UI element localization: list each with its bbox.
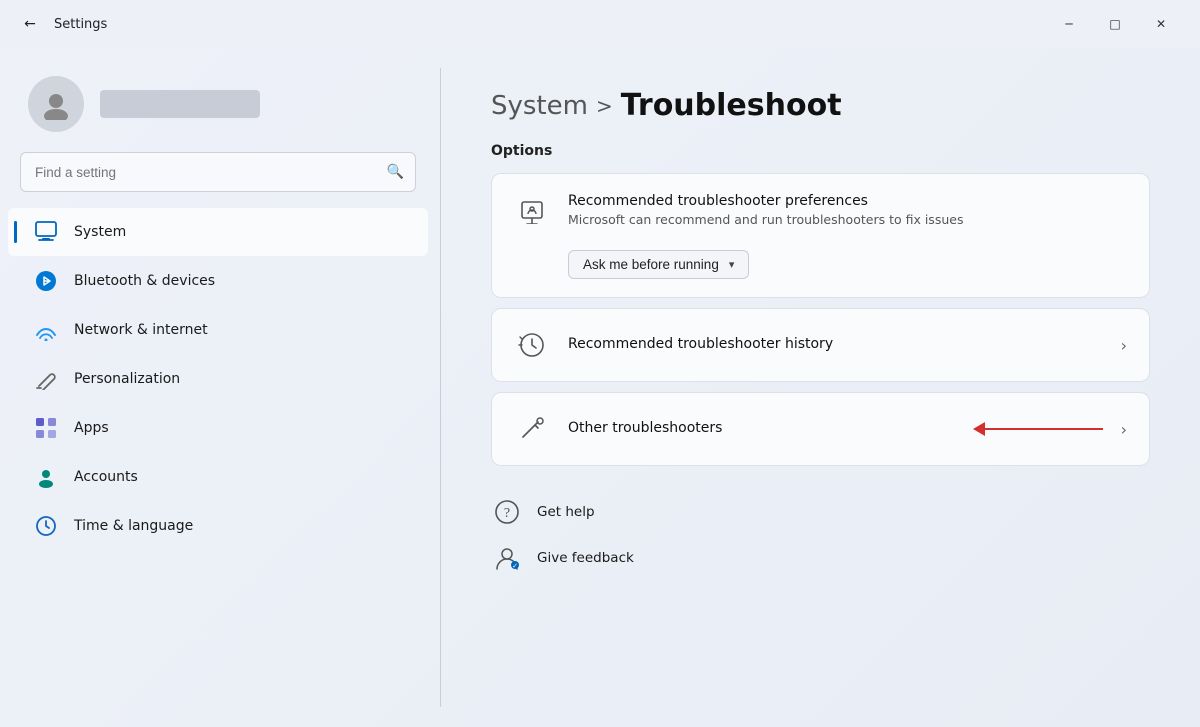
other-troubleshooters-icon (514, 411, 550, 447)
sidebar-item-time[interactable]: Time & language (8, 502, 428, 550)
card-recommended-history-text: Recommended troubleshooter history (568, 336, 1103, 355)
breadcrumb: System > Troubleshoot (491, 88, 1150, 123)
sidebar-nav: System Bluetooth & devices (0, 208, 436, 550)
network-icon (32, 316, 60, 344)
sidebar-item-apps[interactable]: Apps (8, 404, 428, 452)
sidebar-item-time-label: Time & language (74, 518, 193, 534)
card-recommended-history: Recommended troubleshooter history › (491, 308, 1150, 382)
sidebar-item-personalization[interactable]: Personalization (8, 355, 428, 403)
card-recommended-prefs-row[interactable]: Recommended troubleshooter preferences M… (492, 174, 1149, 246)
sidebar-item-apps-label: Apps (74, 420, 109, 436)
give-feedback-link[interactable]: ✓ Give feedback (491, 542, 1150, 574)
sidebar-item-system-label: System (74, 224, 126, 240)
search-box: 🔍 (20, 152, 416, 192)
card-other-troubleshooters-title: Other troubleshooters (568, 420, 943, 436)
search-input[interactable] (20, 152, 416, 192)
sidebar-item-personalization-label: Personalization (74, 371, 180, 387)
avatar (28, 76, 84, 132)
time-icon (32, 512, 60, 540)
username-block (100, 90, 260, 118)
sidebar-item-network[interactable]: Network & internet (8, 306, 428, 354)
back-button[interactable]: ← (16, 10, 44, 38)
sidebar-item-bluetooth[interactable]: Bluetooth & devices (8, 257, 428, 305)
breadcrumb-separator: > (596, 94, 613, 118)
sidebar-item-bluetooth-label: Bluetooth & devices (74, 273, 215, 289)
window-controls: ─ □ ✕ (1046, 8, 1184, 40)
card-recommended-prefs-subtitle: Microsoft can recommend and run troubles… (568, 212, 1127, 227)
user-profile[interactable] (0, 68, 436, 152)
card-other-troubleshooters: Other troubleshooters › (491, 392, 1150, 466)
apps-icon (32, 414, 60, 442)
sidebar-item-accounts[interactable]: Accounts (8, 453, 428, 501)
dropdown-chevron-icon: ▾ (729, 258, 735, 271)
accounts-icon (32, 463, 60, 491)
get-help-icon: ? (491, 496, 523, 528)
breadcrumb-current: Troubleshoot (621, 88, 842, 123)
give-feedback-label: Give feedback (537, 550, 634, 566)
card-recommended-history-title: Recommended troubleshooter history (568, 336, 1103, 352)
sidebar-item-system[interactable]: System (8, 208, 428, 256)
sidebar: 🔍 System (0, 48, 440, 727)
card-recommended-prefs-title: Recommended troubleshooter preferences (568, 193, 1127, 209)
minimize-button[interactable]: ─ (1046, 8, 1092, 40)
system-icon (32, 218, 60, 246)
search-icon: 🔍 (387, 164, 404, 180)
recommended-prefs-icon (514, 192, 550, 228)
give-feedback-icon: ✓ (491, 542, 523, 574)
sidebar-item-network-label: Network & internet (74, 322, 208, 338)
dropdown-label: Ask me before running (583, 257, 719, 272)
main-content: System > Troubleshoot Options Recommende… (441, 48, 1200, 727)
svg-text:?: ? (504, 506, 510, 521)
app-title: Settings (54, 17, 107, 32)
svg-text:✓: ✓ (512, 562, 518, 570)
card-other-troubleshooters-row[interactable]: Other troubleshooters › (492, 393, 1149, 465)
card-recommended-history-row[interactable]: Recommended troubleshooter history › (492, 309, 1149, 381)
other-troubleshooters-chevron-icon: › (1121, 420, 1127, 439)
title-bar: ← Settings ─ □ ✕ (0, 0, 1200, 48)
section-title: Options (491, 143, 1150, 159)
red-arrow-line (983, 428, 1103, 431)
bottom-links: ? Get help ✓ Give feedback (491, 496, 1150, 574)
title-bar-left: ← Settings (16, 10, 107, 38)
bluetooth-icon (32, 267, 60, 295)
get-help-label: Get help (537, 504, 595, 520)
card-recommended-prefs: Recommended troubleshooter preferences M… (491, 173, 1150, 298)
get-help-link[interactable]: ? Get help (491, 496, 1150, 528)
red-arrow-annotation (973, 422, 1103, 436)
ask-before-running-dropdown[interactable]: Ask me before running ▾ (568, 250, 749, 279)
breadcrumb-parent: System (491, 91, 588, 121)
card-recommended-prefs-text: Recommended troubleshooter preferences M… (568, 193, 1127, 227)
sidebar-item-accounts-label: Accounts (74, 469, 138, 485)
maximize-button[interactable]: □ (1092, 8, 1138, 40)
dropdown-area: Ask me before running ▾ (492, 246, 1149, 297)
history-chevron-icon: › (1121, 336, 1127, 355)
history-icon (514, 327, 550, 363)
personalization-icon (32, 365, 60, 393)
card-other-troubleshooters-text: Other troubleshooters (568, 420, 943, 439)
sidebar-scrollable: 🔍 System (0, 68, 440, 707)
app-body: 🔍 System (0, 48, 1200, 727)
close-button[interactable]: ✕ (1138, 8, 1184, 40)
